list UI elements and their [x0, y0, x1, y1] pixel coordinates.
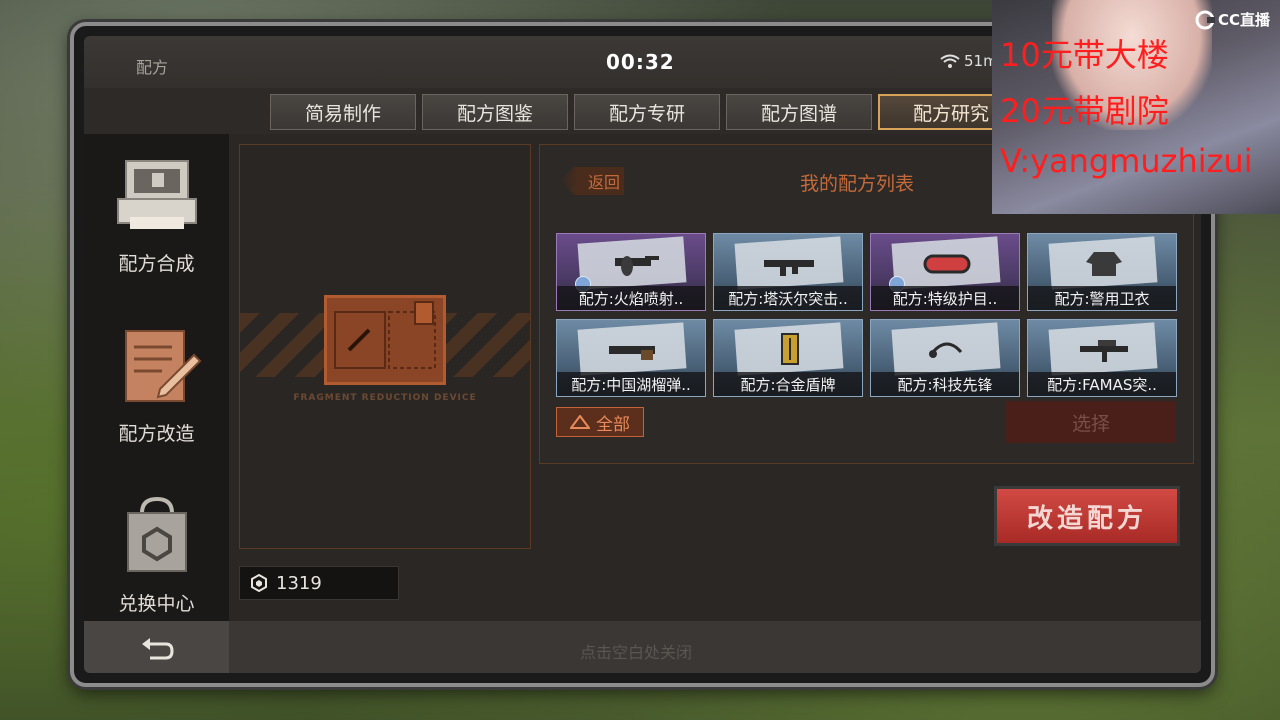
recipe-card-police-hoodie[interactable]: 配方:警用卫衣	[1027, 233, 1177, 311]
tab-bar: 简易制作 配方图鉴 配方专研 配方图谱 配方研究	[270, 94, 1024, 130]
currency-amount: 1319	[276, 572, 322, 594]
cc-logo-icon	[1195, 10, 1215, 29]
recipe-card-famas[interactable]: 配方:FAMAS突..	[1027, 319, 1177, 397]
recipe-card-label: 配方:特级护目..	[871, 286, 1019, 310]
printer-icon	[116, 160, 197, 229]
assault-rifle-icon	[764, 260, 814, 276]
recipe-card-label: 配方:火焰喷射..	[557, 286, 705, 310]
filter-all-label: 全部	[596, 414, 630, 435]
recipe-card-flamethrower[interactable]: 配方:火焰喷射..	[556, 233, 706, 311]
shield-icon	[781, 333, 799, 365]
famas-rifle-icon	[1080, 340, 1128, 362]
device-pen-icon	[334, 301, 436, 369]
recipe-card-goggles[interactable]: 配方:特级护目..	[870, 233, 1020, 311]
stream-overlay-line-2: 20元带剧院	[1000, 92, 1169, 130]
tab-recipe-codex[interactable]: 配方图鉴	[422, 94, 568, 130]
device-caption: FRAGMENT REDUCTION DEVICE	[293, 393, 477, 403]
tab-recipe-atlas[interactable]: 配方图谱	[726, 94, 872, 130]
recipe-card-label: 配方:合金盾牌	[714, 372, 862, 396]
sidebar-item-label: 配方合成	[118, 253, 195, 275]
close-hint[interactable]: 点击空白处关闭	[580, 639, 692, 663]
recipe-card-alloy-shield[interactable]: 配方:合金盾牌	[713, 319, 863, 397]
status-right: 51m	[940, 52, 998, 70]
document-pen-icon	[124, 330, 201, 402]
wifi-icon	[940, 54, 960, 68]
sidebar: 配方合成 配方改造 兑换中心	[84, 134, 229, 621]
screen-title: 配方	[136, 58, 169, 77]
recipe-card-label: 配方:FAMAS突..	[1028, 372, 1176, 396]
device-slot[interactable]	[324, 295, 446, 385]
cc-live-logo: CC直播	[1195, 9, 1270, 30]
recipe-grid: 配方:火焰喷射.. 配方:塔沃尔突击.. 配方:特级护目.. 配方:警用卫衣 配…	[556, 233, 1177, 397]
return-arrow-icon	[141, 638, 174, 660]
stream-overlay-line-1: 10元带大楼	[1000, 36, 1169, 74]
recipe-card-label: 配方:塔沃尔突击..	[714, 286, 862, 310]
hoodie-icon	[1086, 252, 1122, 276]
sidebar-item-exchange-center[interactable]: 兑换中心	[84, 480, 229, 630]
fragment-reduction-device: FRAGMENT REDUCTION DEVICE	[239, 144, 531, 549]
sidebar-item-recipe-synthesis[interactable]: 配方合成	[84, 140, 229, 290]
cc-logo-text: CC直播	[1218, 11, 1271, 29]
clock: 00:32	[606, 50, 675, 74]
flamethrower-icon	[615, 256, 659, 276]
recipe-card-label: 配方:科技先锋	[871, 372, 1019, 396]
hexagon-coin-icon	[251, 574, 267, 592]
stream-overlay-line-3: V:yangmuzhizui	[1000, 142, 1253, 180]
sidebar-item-label: 兑换中心	[118, 593, 195, 615]
triangle-up-icon	[570, 415, 590, 429]
bottom-bar: 点击空白处关闭	[84, 621, 1201, 673]
recipe-card-tech-vanguard[interactable]: 配方:科技先锋	[870, 319, 1020, 397]
tab-recipe-specialize[interactable]: 配方专研	[574, 94, 720, 130]
recipe-card-label: 配方:警用卫衣	[1028, 286, 1176, 310]
headset-icon	[929, 342, 963, 358]
recipe-card-china-lake[interactable]: 配方:中国湖榴弹..	[556, 319, 706, 397]
recipe-card-label: 配方:中国湖榴弹..	[557, 372, 705, 396]
return-button[interactable]	[84, 621, 229, 673]
tab-simple-craft[interactable]: 简易制作	[270, 94, 416, 130]
sidebar-item-label: 配方改造	[118, 423, 195, 445]
modify-recipe-button[interactable]: 改造配方	[994, 486, 1180, 546]
currency-display: 1319	[239, 566, 399, 600]
select-button[interactable]: 选择	[1006, 401, 1176, 443]
goggles-icon	[923, 254, 971, 274]
shopping-bag-icon	[126, 496, 187, 572]
back-button[interactable]: 返回	[560, 167, 624, 195]
grenade-launcher-icon	[609, 346, 655, 360]
recipe-list-title: 我的配方列表	[800, 173, 915, 195]
sidebar-item-recipe-modify[interactable]: 配方改造	[84, 310, 229, 460]
filter-all-button[interactable]: 全部	[556, 407, 644, 437]
streamer-webcam: 10元带大楼 20元带剧院 V:yangmuzhizui	[992, 0, 1280, 214]
recipe-card-tavor[interactable]: 配方:塔沃尔突击..	[713, 233, 863, 311]
